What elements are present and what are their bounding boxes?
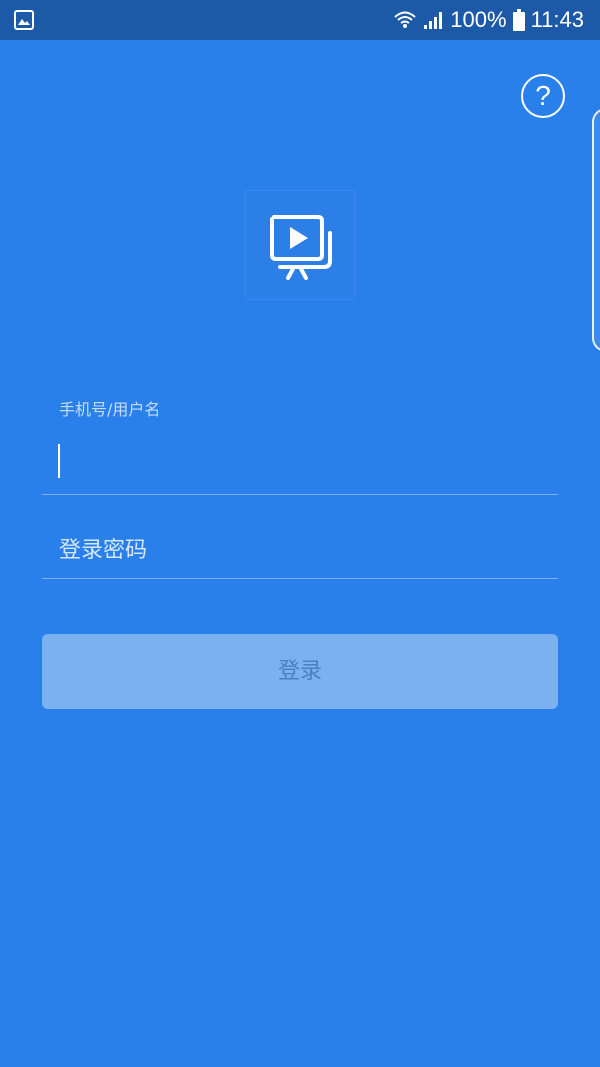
app-logo xyxy=(245,190,355,300)
gallery-image-icon xyxy=(14,10,34,30)
edge-panel-handle[interactable] xyxy=(592,108,600,352)
signal-icon xyxy=(422,10,444,30)
battery-icon xyxy=(512,9,525,31)
text-caret xyxy=(58,444,60,478)
username-input[interactable] xyxy=(42,436,558,495)
password-placeholder: 登录密码 xyxy=(59,538,148,563)
login-button[interactable]: 登录 xyxy=(42,634,558,709)
password-input[interactable]: 登录密码 xyxy=(42,520,558,579)
battery-percentage: 100% xyxy=(450,7,507,32)
wifi-icon xyxy=(394,10,416,30)
help-button[interactable]: ? xyxy=(521,74,565,118)
status-indicators: 100% 11:43 xyxy=(394,0,584,40)
video-presentation-icon xyxy=(270,215,332,280)
help-circle-icon: ? xyxy=(535,80,551,111)
clock-time: 11:43 xyxy=(530,7,584,32)
username-label: 手机号/用户名 xyxy=(59,400,161,419)
status-bar: 100% 11:43 xyxy=(0,0,600,40)
